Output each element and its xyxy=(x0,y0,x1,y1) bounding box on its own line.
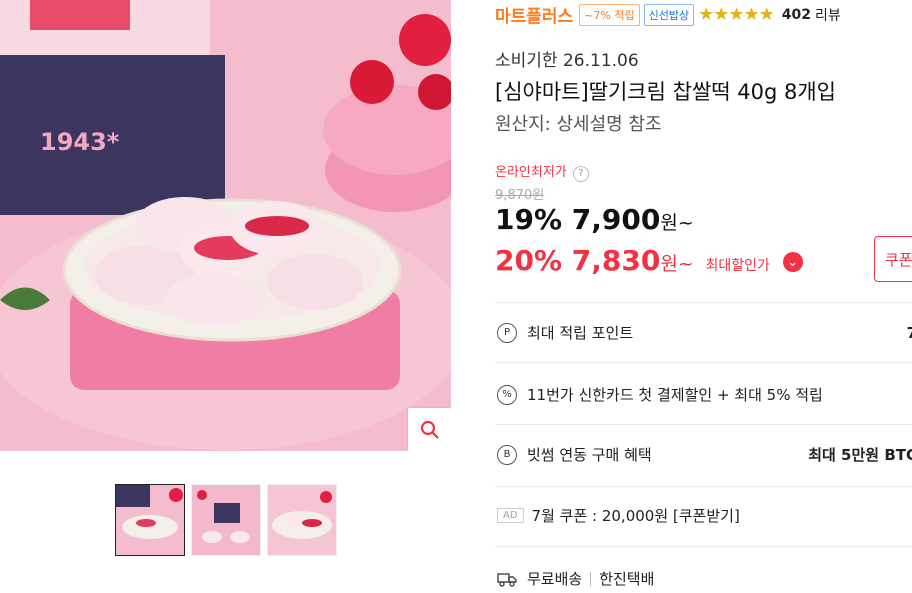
seller-brand-link[interactable]: 마트플러스 xyxy=(495,2,573,27)
review-label[interactable]: 리뷰 xyxy=(815,5,841,25)
discount-1-amount: 7,900 xyxy=(571,203,661,236)
carrier-name: 한진택배 xyxy=(599,570,655,588)
thumbnail-3[interactable] xyxy=(267,484,337,556)
points-badge: ~7% 적립 xyxy=(579,3,640,26)
review-count[interactable]: 402 xyxy=(782,7,811,23)
shipping-row: 무료배송 한진택배 xyxy=(497,568,912,589)
chevron-down-icon[interactable]: ⌄ xyxy=(782,252,803,272)
product-info-panel: 마트플러스 ~7% 적립 신선밥상 ★★★★★ 402 리뷰 소비기한 26.1… xyxy=(495,0,912,593)
free-shipping-label: 무료배송 xyxy=(527,570,583,588)
online-lowest-text: 온라인최저가 xyxy=(495,165,567,180)
benefit-row-card[interactable]: % 11번가 신한카드 첫 결제할인 + 최대 5% 적립 xyxy=(497,384,912,405)
ad-coupon-row[interactable]: AD 7월 쿠폰 : 20,000원 [쿠폰받기] xyxy=(497,505,912,526)
thumbnail-2[interactable] xyxy=(191,484,261,556)
benefit-row-points[interactable]: P 최대 적립 포인트 7 xyxy=(497,322,912,343)
product-main-image[interactable]: 1943* xyxy=(0,0,451,451)
divider xyxy=(495,486,912,487)
divider xyxy=(495,424,912,425)
magnifier-icon xyxy=(420,420,439,439)
online-lowest-price-label: 온라인최저가 ? xyxy=(495,161,589,182)
percent-icon: % xyxy=(497,384,517,405)
divider xyxy=(495,546,912,547)
bitcoin-icon: B xyxy=(497,444,517,465)
discount-price-2: 20% 7,830원~ 최대할인가 ⌄ xyxy=(495,244,803,277)
benefit-label: 11번가 신한카드 첫 결제할인 + 최대 5% 적립 xyxy=(527,386,823,404)
benefit-value: 7 xyxy=(906,323,912,342)
product-title: [심야마트]딸기크림 찹쌀떡 40g 8개입 xyxy=(495,80,836,104)
ad-tag: AD xyxy=(497,508,524,523)
thumbnail-1-image xyxy=(116,485,184,555)
discount-2-won: 원~ xyxy=(660,253,694,275)
points-icon: P xyxy=(497,322,517,343)
discount-1-won: 원~ xyxy=(660,212,694,234)
benefit-label: 빗썸 연동 구매 혜택 xyxy=(527,446,652,464)
box-logo-text: 1943* xyxy=(40,128,120,156)
thumbnail-3-image xyxy=(268,485,336,555)
thumbnail-strip xyxy=(115,484,337,556)
origin-info: 원산지: 상세설명 참조 xyxy=(495,114,662,135)
divider xyxy=(495,362,912,363)
help-icon[interactable]: ? xyxy=(572,166,589,182)
product-topline: 마트플러스 ~7% 적립 신선밥상 ★★★★★ 402 리뷰 xyxy=(495,2,841,27)
ad-coupon-text[interactable]: 7월 쿠폰 : 20,000원 [쿠폰받기] xyxy=(532,505,740,526)
rating-stars-icon: ★★★★★ xyxy=(698,4,775,25)
discount-price-1: 19% 7,900원~ xyxy=(495,203,694,236)
divider xyxy=(590,571,592,586)
coupon-button[interactable]: 쿠폰 xyxy=(874,236,912,282)
divider xyxy=(495,302,912,303)
product-photo: 1943* xyxy=(0,0,451,451)
truck-icon xyxy=(497,572,517,587)
thumbnail-1[interactable] xyxy=(115,484,185,556)
zoom-button[interactable] xyxy=(408,408,451,451)
original-price: 9,870원 xyxy=(495,188,545,203)
discount-2-amount: 7,830 xyxy=(571,244,661,277)
max-discount-label: 최대할인가 xyxy=(705,258,770,274)
discount-1-percent: 19% xyxy=(495,203,563,236)
discount-2-percent: 20% xyxy=(495,244,563,277)
fresh-badge: 신선밥상 xyxy=(643,3,695,26)
benefit-label: 최대 적립 포인트 xyxy=(527,324,634,342)
thumbnail-2-image xyxy=(192,485,260,555)
expiry-date: 소비기한 26.11.06 xyxy=(495,51,639,71)
benefit-value: 최대 5만원 BTC xyxy=(808,446,912,464)
benefit-row-bithumb[interactable]: B 빗썸 연동 구매 혜택 최대 5만원 BTC xyxy=(497,444,912,465)
